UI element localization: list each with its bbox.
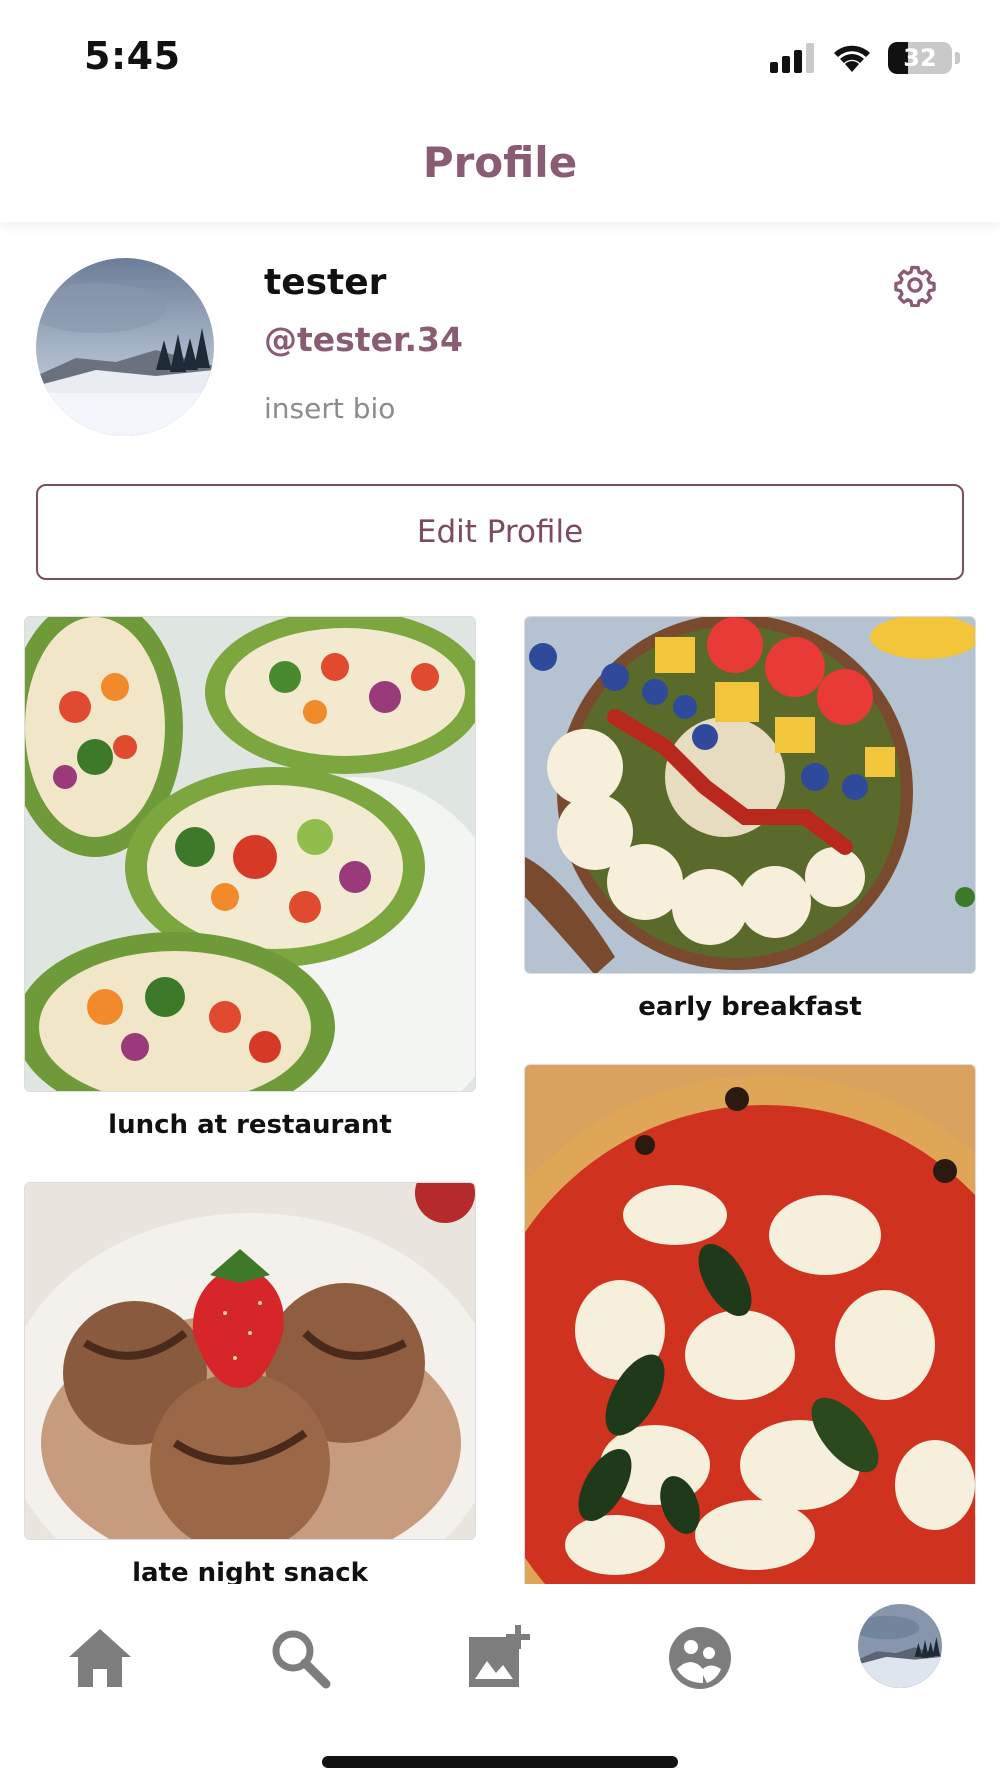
username: @tester.34 (264, 320, 463, 359)
bottom-nav (0, 1584, 1000, 1778)
edit-profile-button[interactable]: Edit Profile (36, 484, 964, 580)
battery-nub (955, 52, 960, 64)
search-icon (272, 1630, 331, 1689)
food-photo-wraps (25, 617, 475, 1091)
wifi-icon (834, 45, 870, 72)
settings-button[interactable] (893, 263, 937, 308)
food-photo-smoothie-bowl (525, 617, 975, 973)
status-time: 5:45 (84, 34, 181, 78)
home-icon (69, 1629, 131, 1687)
status-icons: 32 (770, 38, 960, 78)
header: Profile (0, 110, 1000, 222)
friends-icon (669, 1627, 731, 1689)
nav-profile-avatar[interactable] (858, 1604, 942, 1688)
gear-icon (894, 265, 936, 308)
bio: insert bio (264, 392, 396, 425)
post-image-pizza[interactable] (524, 1064, 976, 1584)
nav-add-post-button[interactable] (458, 1616, 542, 1700)
post-image-wraps[interactable] (24, 616, 476, 1092)
add-photo-icon (469, 1625, 530, 1687)
battery-icon: 32 (888, 42, 952, 74)
home-indicator (322, 1756, 678, 1768)
snowy-mountain-image (36, 258, 214, 436)
display-name: tester (264, 262, 387, 303)
post-caption: early breakfast (638, 992, 862, 1022)
nav-home-button[interactable] (58, 1616, 142, 1700)
status-bar: 5:45 32 (0, 0, 1000, 110)
food-photo-pizza (525, 1065, 975, 1584)
post-image-ice-cream[interactable] (24, 1182, 476, 1540)
battery-level: 32 (903, 44, 937, 72)
nav-friends-button[interactable] (658, 1616, 742, 1700)
cellular-signal-icon (770, 43, 814, 73)
page-title: Profile (422, 138, 578, 187)
avatar[interactable] (36, 258, 214, 436)
food-photo-ice-cream (25, 1183, 475, 1539)
nav-search-button[interactable] (258, 1616, 342, 1700)
post-caption: lunch at restaurant (108, 1110, 392, 1140)
post-image-bowl[interactable] (524, 616, 976, 974)
snowy-mountain-image (858, 1604, 942, 1688)
